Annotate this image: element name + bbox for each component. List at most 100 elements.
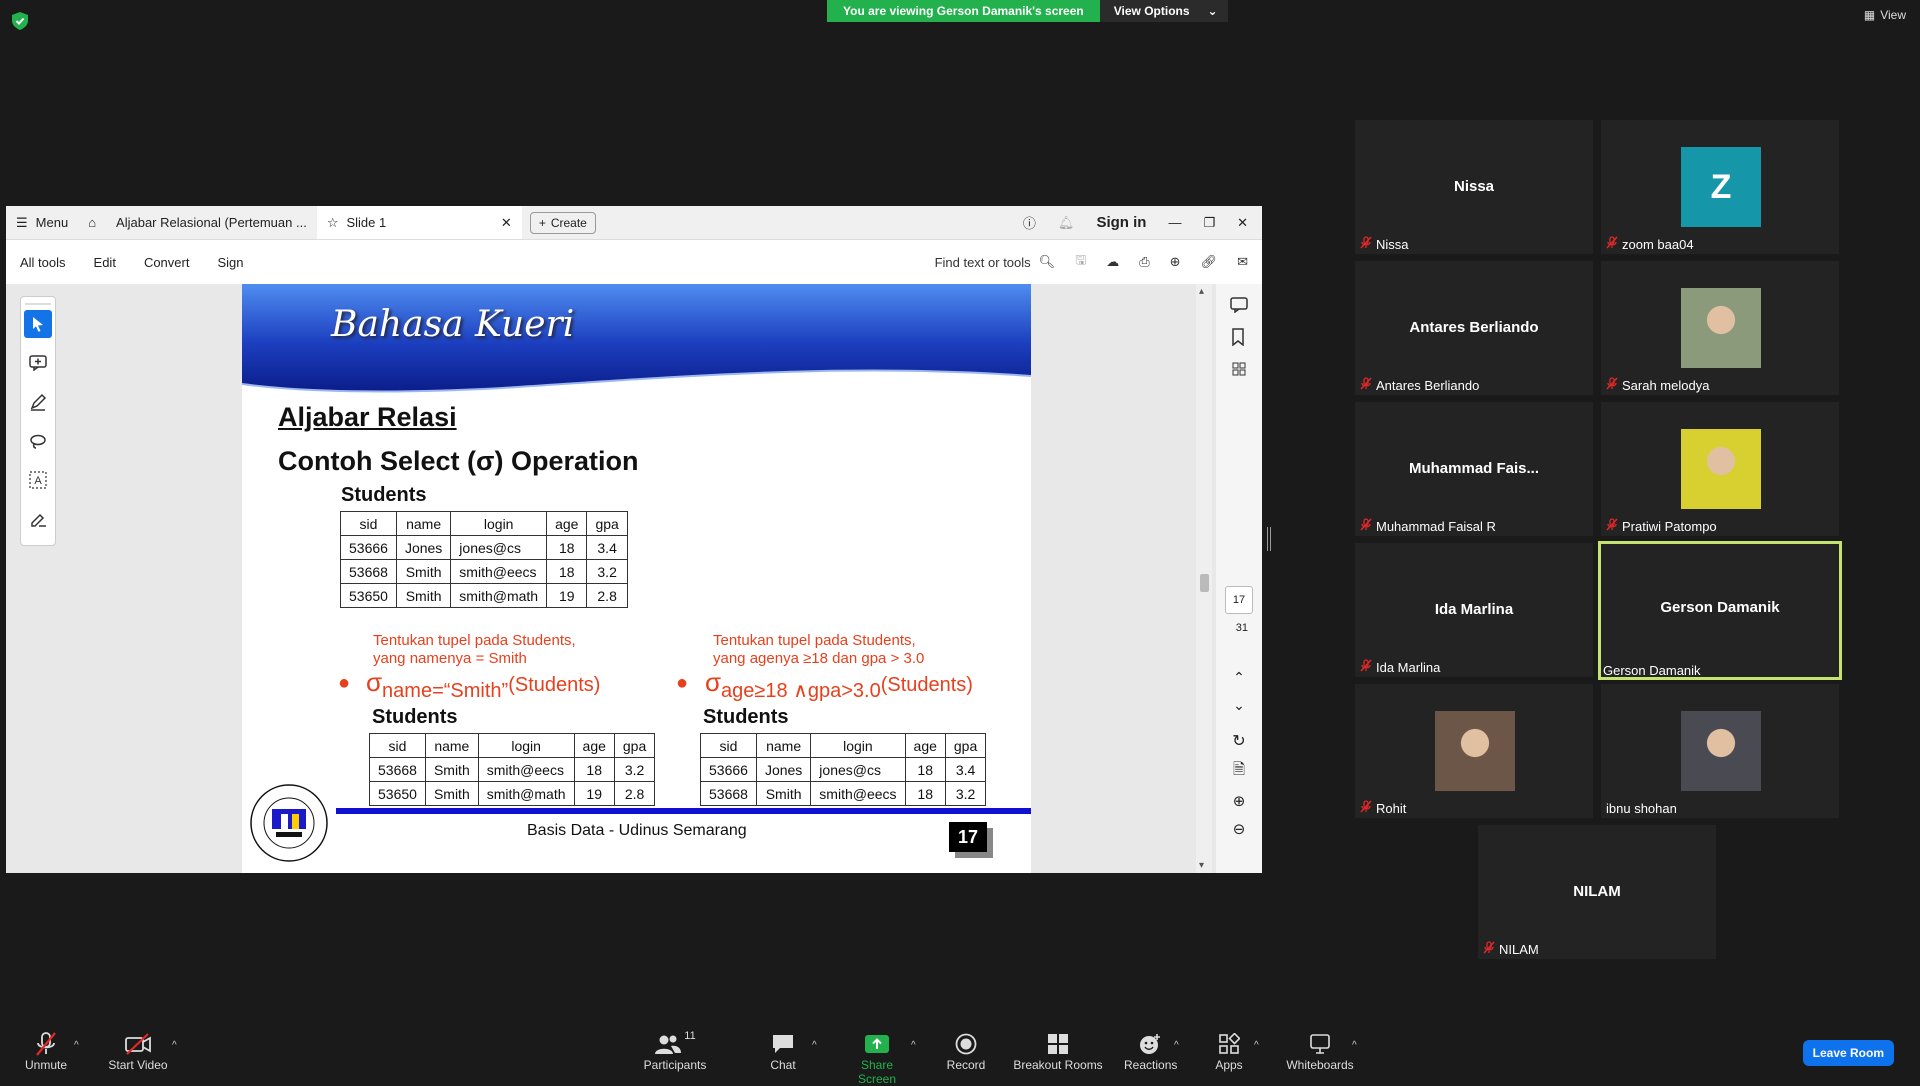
audio-options-caret-icon[interactable]: ^	[74, 1040, 79, 1051]
menu-all-tools[interactable]: All tools	[6, 255, 80, 270]
participant-tile[interactable]: Rohit	[1355, 684, 1593, 818]
share-icon[interactable]: ⊕	[1170, 254, 1181, 270]
bullet-icon: ●	[338, 672, 351, 694]
column-header: name	[395, 511, 452, 536]
add-comment-icon[interactable]	[24, 349, 52, 377]
participant-tile[interactable]: Sarah melodya	[1601, 261, 1839, 395]
sign-pen-icon[interactable]	[24, 505, 52, 533]
menu-convert[interactable]: Convert	[130, 255, 204, 270]
select-tool-icon[interactable]	[24, 310, 52, 338]
scroll-down-icon[interactable]: ▾	[1199, 860, 1204, 871]
reactions-button[interactable]: Reactions	[1124, 1030, 1177, 1072]
table-cell: smith@eecs	[810, 781, 906, 806]
save-icon[interactable]: 🖫	[1075, 251, 1086, 273]
menu-sign[interactable]: Sign	[203, 255, 257, 270]
whiteboards-caret-icon[interactable]: ^	[1352, 1040, 1357, 1051]
page-total: 31	[1235, 622, 1248, 634]
start-video-button[interactable]: Start Video	[106, 1030, 170, 1072]
microphone-muted-icon	[1360, 659, 1372, 675]
screen-share-banner: You are viewing Gerson Damanik's screen …	[827, 0, 1228, 22]
avatar	[1681, 429, 1761, 509]
reactions-caret-icon[interactable]: ^	[1174, 1040, 1179, 1051]
zoom-in-icon[interactable]: ⊕	[1228, 790, 1250, 812]
chat-caret-icon[interactable]: ^	[812, 1040, 817, 1051]
home-button[interactable]: ⌂	[78, 206, 106, 239]
upload-cloud-icon[interactable]: ☁	[1106, 254, 1119, 270]
participant-display-name: Antares Berliando	[1409, 319, 1539, 336]
highlight-pen-icon[interactable]	[24, 388, 52, 416]
table-cell: 3.2	[944, 781, 987, 806]
view-button[interactable]: ▦ View	[1864, 8, 1906, 22]
table-cell: 53668	[340, 559, 397, 584]
participants-button[interactable]: 11 Participants	[640, 1030, 710, 1072]
security-shield-icon[interactable]	[12, 12, 28, 30]
find-tools-button[interactable]: Find text or tools 🔍︎	[935, 254, 1056, 270]
scroll-thumb[interactable]	[1200, 574, 1209, 592]
previous-page-icon[interactable]: ⌃	[1228, 666, 1250, 688]
view-options-button[interactable]: View Options ⌄	[1099, 0, 1228, 22]
create-button[interactable]: + Create	[529, 211, 596, 234]
draw-lasso-icon[interactable]	[24, 427, 52, 455]
restore-icon[interactable]: ❐	[1203, 215, 1215, 231]
bookmark-icon[interactable]	[1228, 326, 1250, 348]
breakout-rooms-button[interactable]: Breakout Rooms	[1012, 1030, 1104, 1072]
bell-icon[interactable]: 🔔︎	[1058, 215, 1075, 231]
slide-heading: Aljabar Relasi	[278, 402, 457, 432]
participant-tile[interactable]: Nissa Nissa	[1355, 120, 1593, 254]
tab-slide[interactable]: ☆ Slide 1 ✕	[316, 206, 522, 239]
chat-button[interactable]: Chat	[763, 1030, 803, 1072]
scroll-up-icon[interactable]: ▴	[1199, 286, 1204, 297]
table-cell: Smith	[755, 781, 812, 806]
menu-edit[interactable]: Edit	[80, 255, 130, 270]
table-row: 53650 Smith smith@math 19 2.8	[340, 583, 628, 608]
apps-caret-icon[interactable]: ^	[1254, 1040, 1259, 1051]
minimize-icon[interactable]: —	[1168, 215, 1181, 230]
apps-button[interactable]: Apps	[1214, 1030, 1244, 1072]
record-button[interactable]: Record	[944, 1030, 988, 1072]
table-label: Students	[372, 706, 458, 728]
participant-name-label: NILAM	[1483, 941, 1539, 957]
share-caret-icon[interactable]: ^	[911, 1040, 916, 1051]
text-box-icon[interactable]: A	[24, 466, 52, 494]
thumbnails-icon[interactable]	[1228, 358, 1250, 380]
share-screen-button[interactable]: Share Screen	[841, 1030, 913, 1086]
panel-resize-handle[interactable]	[1267, 527, 1271, 551]
participant-tile-active-speaker[interactable]: Gerson Damanik Gerson Damanik	[1598, 541, 1842, 680]
participant-tile[interactable]: NILAM NILAM	[1478, 825, 1716, 959]
email-icon[interactable]: ✉	[1237, 254, 1248, 270]
rotate-icon[interactable]: ↻	[1228, 730, 1250, 752]
microphone-muted-icon	[1606, 377, 1618, 393]
vertical-scrollbar[interactable]: ▴ ▾	[1196, 284, 1212, 873]
menu-button[interactable]: ☰ Menu	[6, 206, 78, 239]
star-icon[interactable]: ☆	[327, 215, 339, 231]
comment-icon[interactable]	[1228, 294, 1250, 316]
unmute-button[interactable]: Unmute	[22, 1030, 70, 1072]
zoom-out-icon[interactable]: ⊖	[1228, 818, 1250, 840]
leave-room-button[interactable]: Leave Room	[1802, 1040, 1894, 1066]
sign-in-button[interactable]: Sign in	[1096, 214, 1146, 231]
column-header: sid	[369, 733, 426, 758]
participant-tile[interactable]: Pratiwi Patompo	[1601, 402, 1839, 536]
participant-tile[interactable]: ibnu shohan	[1601, 684, 1839, 818]
help-icon[interactable]: ⓘ	[1023, 213, 1036, 232]
page-number-input[interactable]: 17	[1225, 586, 1253, 614]
participant-tile[interactable]: Zzoom baa04	[1601, 120, 1839, 254]
next-page-icon[interactable]: ⌄	[1228, 694, 1250, 716]
print-icon[interactable]: ⎙	[1139, 254, 1149, 270]
participant-tile[interactable]: Ida Marlina Ida Marlina	[1355, 543, 1593, 677]
table-cell: jones@cs	[810, 757, 906, 782]
tab-document[interactable]: Aljabar Relasional (Pertemuan ...	[106, 206, 317, 239]
participant-tile[interactable]: Antares Berliando Antares Berliando	[1355, 261, 1593, 395]
footer-line	[336, 808, 1031, 814]
bullet-icon: ●	[676, 672, 689, 694]
extract-page-icon[interactable]: 🗎	[1228, 760, 1250, 782]
video-options-caret-icon[interactable]: ^	[172, 1040, 177, 1051]
close-tab-icon[interactable]: ✕	[501, 215, 512, 231]
whiteboards-button[interactable]: Whiteboards	[1284, 1030, 1356, 1072]
close-window-icon[interactable]: ✕	[1237, 215, 1248, 231]
participant-tile[interactable]: Muhammad Fais... Muhammad Faisal R	[1355, 402, 1593, 536]
table-cell: 53668	[369, 757, 426, 782]
column-header: age	[904, 733, 946, 758]
participant-name-label: zoom baa04	[1606, 236, 1694, 252]
link-icon[interactable]: 🔗︎	[1201, 254, 1218, 270]
